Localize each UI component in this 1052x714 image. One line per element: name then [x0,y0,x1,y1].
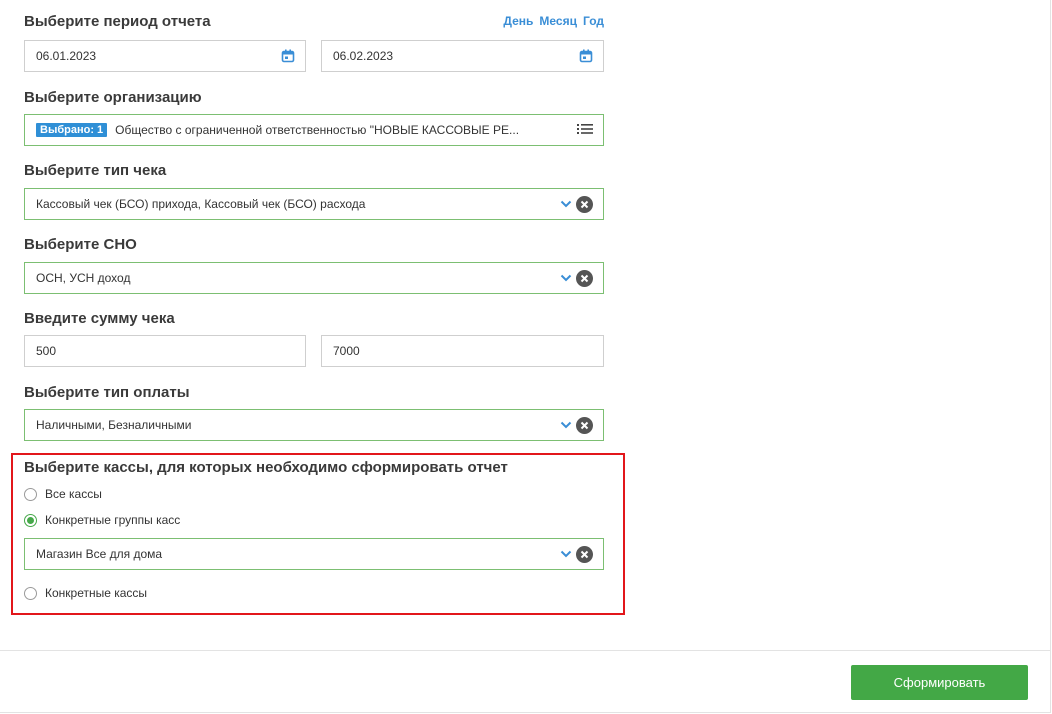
period-link-day[interactable]: День [503,14,533,28]
date-to-value: 06.02.2023 [333,49,394,63]
date-from-value: 06.01.2023 [36,49,97,63]
clear-icon[interactable] [576,545,593,563]
organization-select[interactable]: Выбрано: 1 Общество с ограниченной ответ… [24,114,604,146]
organization-title: Выберите организацию [24,89,202,106]
chevron-down-icon[interactable] [560,550,572,558]
period-link-month[interactable]: Месяц [539,14,577,28]
amount-from-value: 500 [36,344,57,358]
clear-icon[interactable] [576,416,593,434]
tax-system-select[interactable]: ОСН, УСН доход [24,262,604,294]
tax-system-title: Выберите СНО [24,236,137,253]
clear-icon[interactable] [576,269,593,287]
date-from-field[interactable]: 06.01.2023 [24,40,306,72]
generate-report-button[interactable]: Сформировать [851,665,1028,700]
calendar-icon[interactable] [281,49,295,63]
payment-type-select[interactable]: Наличными, Безналичными [24,409,604,441]
chevron-down-icon[interactable] [560,421,572,429]
calendar-icon[interactable] [579,49,593,63]
payment-type-title: Выберите тип оплаты [24,384,190,401]
chevron-down-icon[interactable] [560,200,572,208]
registers-title: Выберите кассы, для которых необходимо с… [24,459,508,476]
amount-title: Введите сумму чека [24,310,175,327]
radio-label: Конкретные кассы [45,586,148,600]
radio-button[interactable] [24,586,37,600]
radio-label: Все кассы [45,487,102,501]
amount-to-value: 7000 [333,344,360,358]
radio-all-registers[interactable]: Все кассы [24,487,102,501]
radio-label: Конкретные группы касс [45,513,181,527]
register-group-value: Магазин Все для дома [36,547,163,561]
register-group-select[interactable]: Магазин Все для дома [24,538,604,570]
amount-to-input[interactable]: 7000 [321,335,604,367]
receipt-type-select[interactable]: Кассовый чек (БСО) прихода, Кассовый чек… [24,188,604,220]
radio-button[interactable] [24,513,37,527]
period-link-year[interactable]: Год [583,14,604,28]
radio-specific-registers[interactable]: Конкретные кассы [24,586,147,600]
radio-button[interactable] [24,487,37,501]
list-icon[interactable] [577,123,593,138]
payment-type-value: Наличными, Безналичными [36,418,192,432]
chevron-down-icon[interactable] [560,274,572,282]
receipt-type-value: Кассовый чек (БСО) прихода, Кассовый чек… [36,197,366,211]
clear-icon[interactable] [576,195,593,213]
date-to-field[interactable]: 06.02.2023 [321,40,604,72]
organization-value: Общество с ограниченной ответственностью… [115,123,520,137]
selected-count-badge: Выбрано: 1 [36,123,108,137]
tax-system-value: ОСН, УСН доход [36,271,131,285]
footer-divider [0,650,1050,651]
period-title: Выберите период отчета [24,13,211,30]
period-links: День Месяц Год [503,14,604,28]
amount-from-input[interactable]: 500 [24,335,306,367]
receipt-type-title: Выберите тип чека [24,162,167,179]
radio-register-groups[interactable]: Конкретные группы касс [24,513,180,527]
